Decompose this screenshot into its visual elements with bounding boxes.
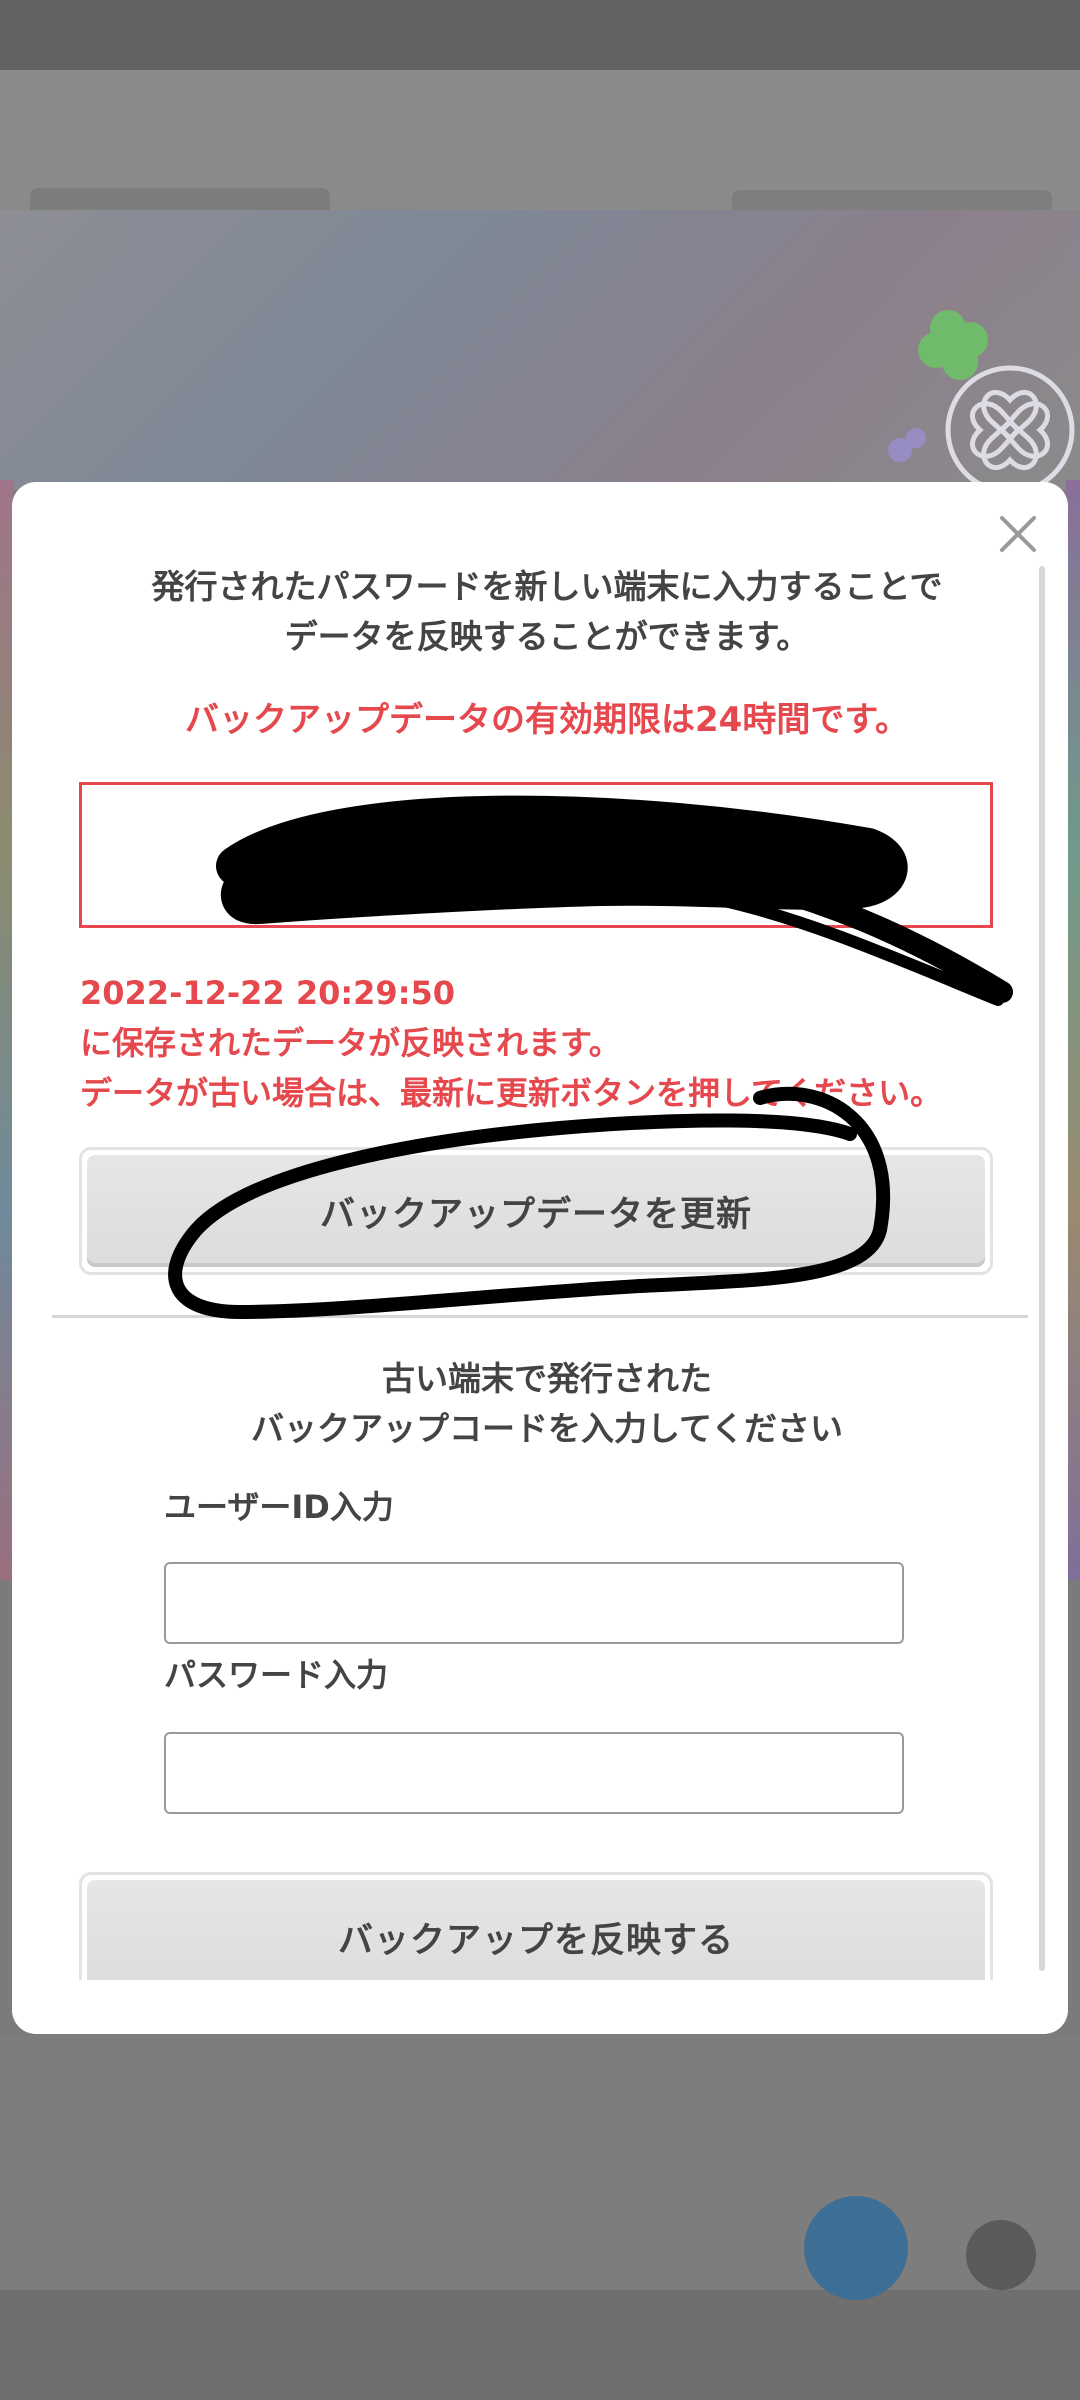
update-backup-button[interactable]: バックアップデータを更新 [79, 1147, 993, 1275]
password-input[interactable] [164, 1732, 904, 1814]
intro-line-1: 発行されたパスワードを新しい端末に入力することで [151, 567, 943, 606]
background-footer [0, 2035, 1080, 2400]
close-icon[interactable] [994, 510, 1042, 558]
background-bottom-nav [0, 2290, 1080, 2400]
backup-code-box [79, 782, 993, 928]
status-bar [0, 0, 1080, 70]
intro-text: 発行されたパスワードを新しい端末に入力することで データを反映することができます… [52, 562, 1042, 662]
expiry-warning: バックアップデータの有効期限は24時間です。 [185, 700, 909, 740]
saved-info-line-3: データが古い場合は、最新に更新ボタンを押してください。 [80, 1074, 943, 1112]
saved-info-line-2: に保存されたデータが反映されます。 [80, 1024, 621, 1062]
restore-backup-button-label: バックアップを反映する [87, 1880, 985, 1980]
backup-dialog: 発行されたパスワードを新しい端末に入力することで データを反映することができます… [12, 482, 1068, 2034]
user-id-label: ユーザーID入力 [164, 1488, 394, 1526]
update-backup-button-label: バックアップデータを更新 [87, 1155, 985, 1267]
instructions-line-1: 古い端末で発行された [382, 1359, 712, 1398]
background-menu-button [966, 2220, 1036, 2290]
background-decoration-right [1066, 480, 1080, 1580]
dialog-scroll-content[interactable]: 発行されたパスワードを新しい端末に入力することで データを反映することができます… [12, 482, 1068, 1980]
intro-line-2: データを反映することができます。 [284, 617, 810, 656]
user-id-input[interactable] [164, 1562, 904, 1644]
background-header [0, 70, 1080, 228]
saved-datetime: 2022-12-22 20:29:50 [80, 974, 456, 1012]
dialog-scrollbar[interactable] [1039, 566, 1045, 1971]
saved-data-info: 2022-12-22 20:29:50 に保存されたデータが反映されます。 デー… [80, 968, 1040, 1118]
restore-backup-button[interactable]: バックアップを反映する [79, 1872, 993, 1980]
background-action-button [804, 2196, 908, 2300]
section-divider [52, 1315, 1028, 1318]
restore-instructions: 古い端末で発行された バックアップコードを入力してください [52, 1354, 1042, 1454]
instructions-line-2: バックアップコードを入力してください [250, 1409, 844, 1448]
password-label: パスワード入力 [164, 1656, 389, 1694]
